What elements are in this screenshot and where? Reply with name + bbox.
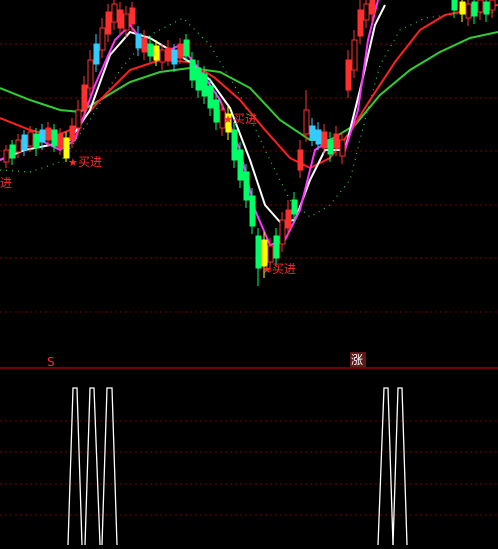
candle-body <box>333 133 340 149</box>
buy-signal-4: 进 <box>0 176 12 190</box>
buy-star-icon: ★ <box>68 156 78 169</box>
candle-body <box>87 59 94 89</box>
candle-body <box>75 109 82 129</box>
candle-body <box>255 235 262 269</box>
candle-body <box>279 219 286 245</box>
stock-chart-window: ★ 买进 ★ 买进 ★ 买进 进 S 涨 <box>0 0 498 546</box>
candle-body <box>207 85 214 109</box>
chart-canvas[interactable]: ★ 买进 ★ 买进 ★ 买进 进 S 涨 <box>0 0 498 546</box>
candle-body <box>33 133 40 149</box>
candle-body <box>267 245 274 263</box>
candle-body <box>129 7 136 25</box>
candle-body <box>123 13 130 31</box>
buy-signal-2: ★ 买进 <box>223 112 257 126</box>
candle-body <box>153 45 160 61</box>
candle-body <box>471 1 478 17</box>
candle-body <box>3 149 10 163</box>
candle-body <box>111 3 118 23</box>
candle-body <box>465 3 472 19</box>
candle-body <box>63 137 70 159</box>
candle-body <box>39 129 46 143</box>
candle-body <box>243 171 250 201</box>
candle-body <box>489 0 496 11</box>
candle-body <box>9 144 16 159</box>
buy-label: 买进 <box>272 262 296 276</box>
candle-body <box>159 49 166 63</box>
buy-label: 买进 <box>78 155 102 169</box>
candle-body <box>297 149 304 171</box>
candle-body <box>291 199 298 215</box>
bottom-right-label: 涨 <box>351 352 363 367</box>
candle-body <box>483 1 490 15</box>
candle-body <box>93 43 100 65</box>
candle-body <box>69 125 76 141</box>
bottom-grid <box>0 420 498 516</box>
candle-body <box>141 37 148 53</box>
candle-body <box>201 73 208 97</box>
candle-body <box>195 67 202 91</box>
buy-star-icon: ★ <box>223 113 233 126</box>
candle-body <box>249 195 256 227</box>
candle-body <box>105 11 112 35</box>
candle-body <box>357 9 364 37</box>
candle-body <box>231 129 238 161</box>
candle-body <box>477 0 484 13</box>
candle-body <box>171 49 178 65</box>
candle-body <box>189 59 196 81</box>
candle-body <box>363 3 370 21</box>
candle-body <box>135 33 142 49</box>
candle-body <box>351 39 358 71</box>
candle-body <box>213 99 220 123</box>
buy-label-partial: 进 <box>0 176 12 190</box>
candle-body <box>369 0 376 15</box>
buy-signal-3: ★ 买进 <box>262 262 296 276</box>
candle-body <box>237 149 244 181</box>
candle-body <box>15 139 22 153</box>
candle-body <box>303 109 310 135</box>
candlestick-series <box>3 0 496 286</box>
candle-body <box>459 1 466 15</box>
candle-body <box>321 131 328 149</box>
buy-signal-1: ★ 买进 <box>68 155 102 169</box>
candle-body <box>57 133 64 149</box>
candle-body <box>273 235 280 259</box>
candle-body <box>147 43 154 57</box>
buy-label: 买进 <box>233 112 257 126</box>
buy-star-icon: ★ <box>262 263 272 276</box>
magenta-moving-average <box>0 0 379 247</box>
candle-body <box>309 125 316 141</box>
candle-body <box>99 27 106 51</box>
candle-body <box>165 47 172 61</box>
candle-body <box>21 134 28 151</box>
indicator-spikes <box>67 387 408 546</box>
candle-body <box>117 9 124 29</box>
candle-body <box>315 129 322 145</box>
candle-body <box>45 127 52 141</box>
candle-body <box>81 84 88 111</box>
candle-body <box>183 39 190 57</box>
white-moving-average <box>0 4 386 224</box>
candle-body <box>339 139 346 157</box>
candle-body <box>327 139 334 155</box>
candle-body <box>177 43 184 59</box>
bottom-left-marker: S <box>47 355 55 369</box>
candle-body <box>285 209 292 229</box>
candle-body <box>345 59 352 91</box>
candle-body <box>51 129 58 147</box>
candle-body <box>451 0 458 11</box>
candle-body <box>27 131 34 147</box>
